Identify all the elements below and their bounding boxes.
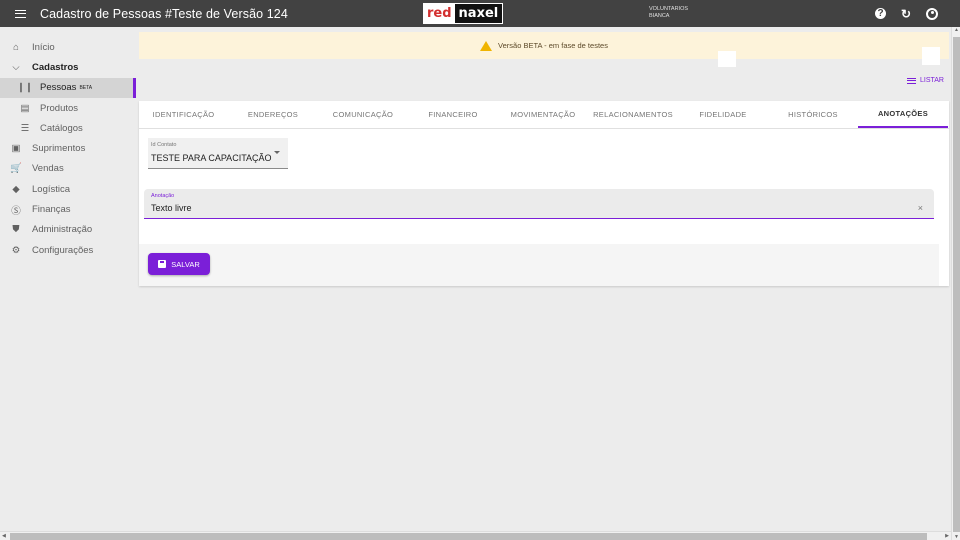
sidebar-item-label: Logística [32,183,71,195]
anotacao-label: Anotação [151,193,175,199]
user-name: BIANCA [649,13,670,19]
scroll-left-icon[interactable]: ◀ [2,533,6,539]
contato-label: Id Contato [151,142,177,148]
tab-financeiro[interactable]: FINANCEIRO [408,101,498,128]
chevron-down-icon: ⌵ [12,61,20,73]
diamond-arrow-icon: ◆ [12,183,20,195]
save-button[interactable]: SALVAR [148,253,210,275]
sidebar-item-label: Catálogos [40,122,83,134]
tab-historicos[interactable]: HISTÓRICOS [768,101,858,128]
sidebar-item-configuracoes[interactable]: ⚙ Configurações [0,240,136,260]
dropdown-arrow-icon [274,151,280,154]
user-organization: VOLUNTARIOS [649,6,689,12]
sidebar-item-label: Configurações [32,244,94,256]
anotacao-value: Texto livre [151,203,192,213]
sidebar-item-label: Vendas [32,163,64,175]
brand-logo: red naxel [423,3,504,24]
tab-enderecos[interactable]: ENDEREÇOS [228,101,318,128]
sidebar-item-vendas[interactable]: 🛒 Vendas [0,159,136,179]
contato-select[interactable]: Id Contato TESTE PARA CAPACITAÇÃO [148,138,288,169]
home-icon: ⌂ [13,41,19,53]
sidebar-item-pessoas[interactable]: ❙❙ Pessoas BETA [0,77,136,99]
vertical-scroll-thumb[interactable] [953,37,960,532]
gear-icon: ⚙ [11,244,21,256]
account-icon[interactable] [926,7,938,20]
tab-comunicacao[interactable]: COMUNICAÇÃO [318,101,408,128]
scroll-right-icon[interactable]: ▶ [945,533,949,539]
sidebar-item-administracao[interactable]: ⛊ Administração [0,220,136,240]
tab-relacionamentos[interactable]: RELACIONAMENTOS [588,101,678,128]
sidebar-item-cadastros[interactable]: ⌵ Cadastros [0,57,136,77]
help-icon[interactable]: ? [875,8,886,19]
form-card: IDENTIFICAÇÃO ENDEREÇOS COMUNICAÇÃO FINA… [139,101,949,286]
beta-banner: Versão BETA - em fase de testes [139,32,949,59]
sidebar-item-produtos[interactable]: ▤ Produtos [0,98,136,118]
list-icon: ☰ [20,122,30,134]
cart-icon: 🛒 [10,163,22,175]
sidebar-item-financas[interactable]: Ⓢ Finanças [0,199,136,219]
tab-fidelidade[interactable]: FIDELIDADE [678,101,768,128]
placeholder-square [922,47,940,65]
anotacao-field[interactable]: Anotação Texto livre × [144,189,934,219]
sidebar-item-label: Início [32,41,55,53]
sidebar-item-suprimentos[interactable]: ▣ Suprimentos [0,138,136,158]
listar-button[interactable]: LISTAR [907,77,944,84]
action-bar: SALVAR [139,244,939,286]
dollar-icon: Ⓢ [11,205,21,217]
clipboard-icon: ▣ [11,143,21,155]
top-app-bar: Cadastro de Pessoas #Teste de Versão 124… [0,0,960,27]
top-actions: ? ↻ [875,0,938,27]
tab-bar: IDENTIFICAÇÃO ENDEREÇOS COMUNICAÇÃO FINA… [139,101,949,129]
tab-identificacao[interactable]: IDENTIFICAÇÃO [139,101,228,128]
scroll-down-icon[interactable]: ▼ [954,534,959,540]
menu-icon[interactable] [0,0,40,27]
banner-text: Versão BETA - em fase de testes [498,41,608,50]
tab-anotacoes[interactable]: ANOTAÇÕES [858,101,948,128]
shield-icon: ⛊ [12,224,20,236]
horizontal-scroll-thumb[interactable] [10,533,927,540]
horizontal-scrollbar[interactable]: ◀ ▶ [0,531,951,540]
save-icon [158,260,167,268]
logo-naxel: naxel [454,4,503,23]
user-info: VOLUNTARIOS BIANCA [649,6,688,20]
save-label: SALVAR [171,259,200,269]
scroll-up-icon[interactable]: ▲ [954,27,959,33]
sidebar-item-label: Administração [32,224,93,236]
tab-movimentacao[interactable]: MOVIMENTAÇÃO [498,101,588,128]
people-icon: ❙❙ [17,82,33,94]
sidebar-item-label: Pessoas [40,82,77,94]
sidebar-item-label: Cadastros [32,61,79,73]
sidebar-item-label: Produtos [40,102,79,114]
listar-label: LISTAR [920,77,944,84]
logo-red: red [424,4,455,23]
sidebar-item-label: Finanças [32,204,71,216]
sidebar: ⌂ Início ⌵ Cadastros ❙❙ Pessoas BETA ▤ P… [0,27,136,527]
page-title: Cadastro de Pessoas #Teste de Versão 124 [40,6,288,21]
vertical-scrollbar[interactable]: ▲ ▼ [951,27,960,540]
refresh-icon[interactable]: ↻ [899,7,913,21]
sidebar-item-label: Suprimentos [32,143,86,155]
clear-icon[interactable]: × [918,203,923,213]
beta-badge: BETA [79,84,93,91]
sidebar-item-inicio[interactable]: ⌂ Início [0,37,136,57]
sidebar-item-catalogos[interactable]: ☰ Catálogos [0,118,136,138]
list-icon [907,77,916,84]
warning-icon [480,40,493,51]
contato-value: TESTE PARA CAPACITAÇÃO [151,153,272,163]
book-icon: ▤ [20,102,30,114]
placeholder-square [718,51,736,67]
sidebar-item-logistica[interactable]: ◆ Logística [0,179,136,199]
